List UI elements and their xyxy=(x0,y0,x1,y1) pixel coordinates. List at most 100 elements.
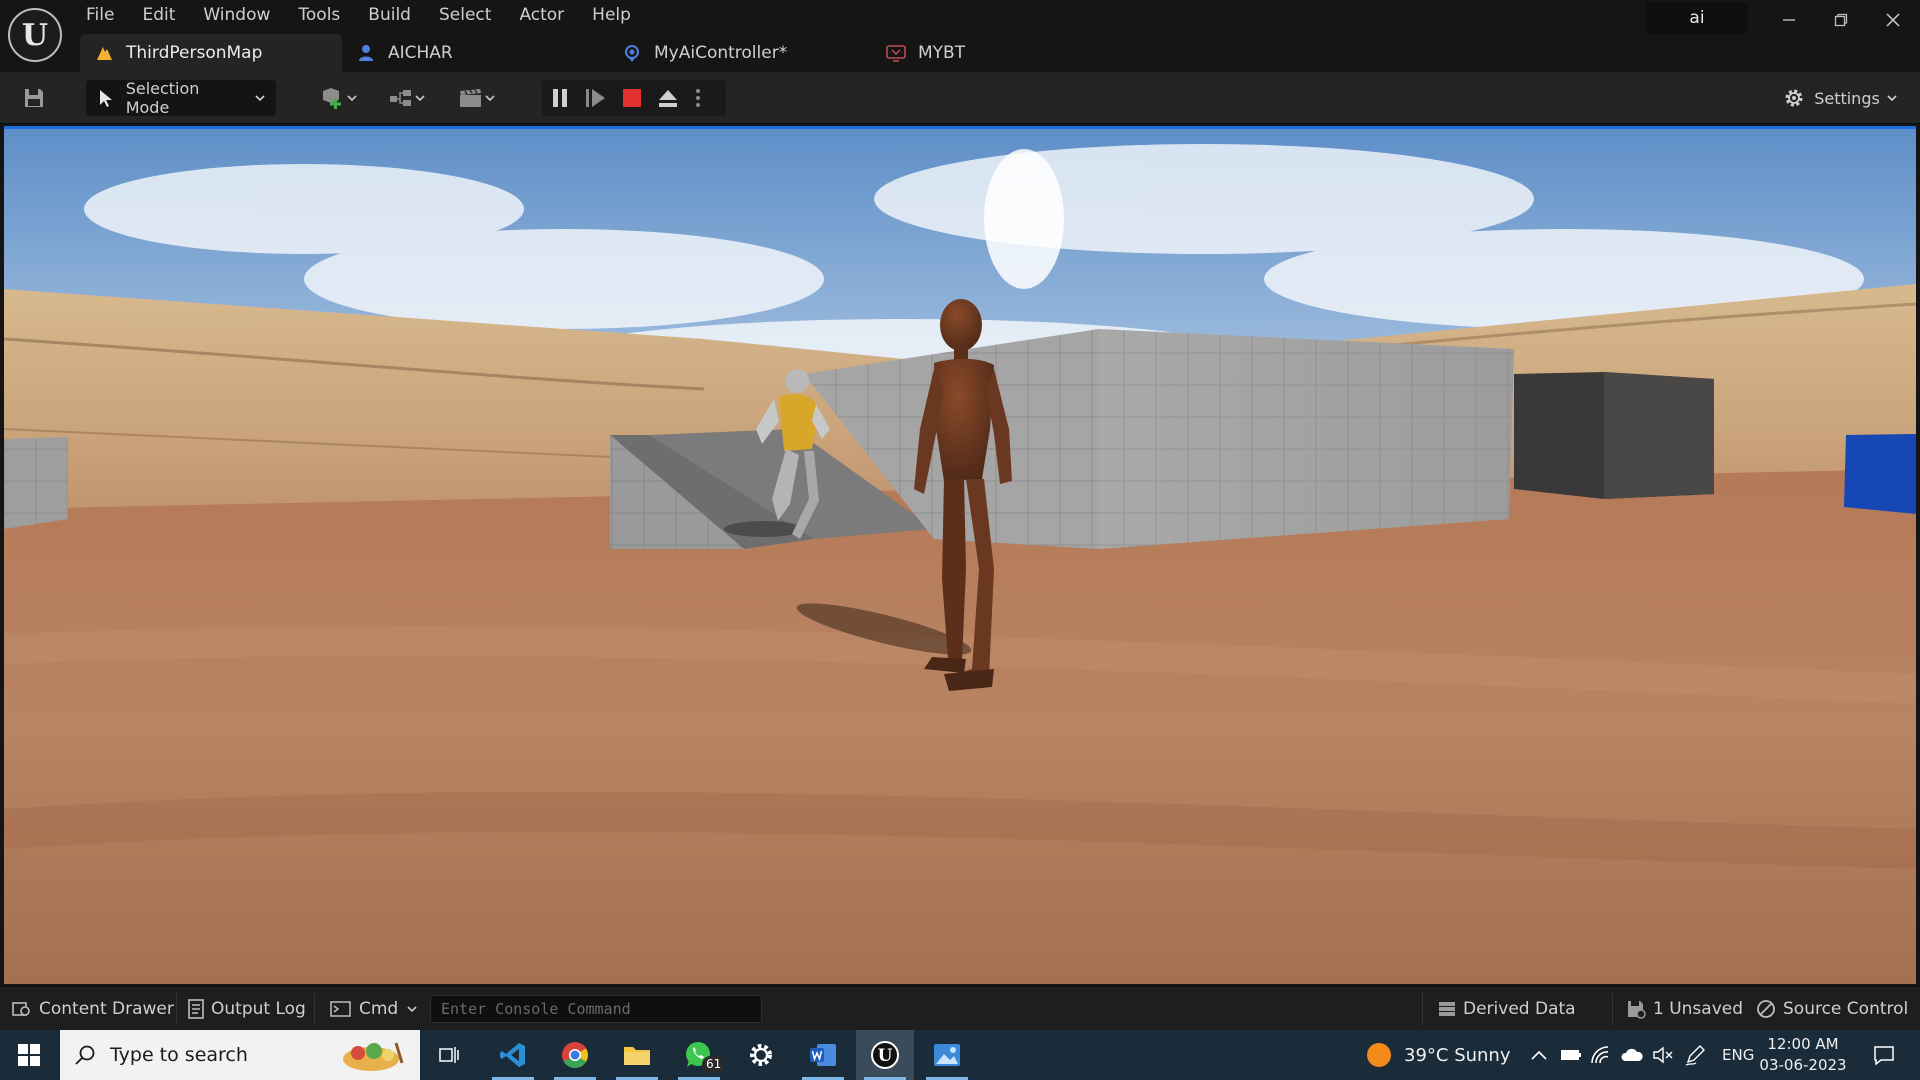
language-indicator[interactable]: ENG xyxy=(1722,1030,1754,1080)
close-icon xyxy=(1886,13,1900,27)
pen-menu[interactable] xyxy=(1684,1030,1706,1080)
tab-myaicontroller[interactable]: MyAiController* xyxy=(608,34,872,72)
stop-button[interactable] xyxy=(614,80,650,116)
notification-badge: 61 xyxy=(702,1056,726,1073)
divider xyxy=(1422,993,1423,1025)
status-bar: Content Drawer Output Log Cmd Derived Da… xyxy=(0,986,1920,1030)
photos-app[interactable] xyxy=(918,1030,976,1080)
source-control-disabled-icon xyxy=(1756,999,1776,1019)
clock-time: 12:00 AM xyxy=(1767,1035,1839,1053)
task-view-button[interactable] xyxy=(420,1030,478,1080)
wifi-icon xyxy=(1591,1046,1609,1064)
search-placeholder: Type to search xyxy=(110,1044,248,1066)
pen-icon xyxy=(1685,1045,1705,1066)
behavior-tree-icon xyxy=(886,43,906,63)
settings-label: Settings xyxy=(1814,88,1880,108)
terminal-icon xyxy=(330,1000,352,1018)
battery-icon xyxy=(1561,1050,1581,1060)
tab-mybt[interactable]: MYBT xyxy=(872,34,1022,72)
controller-icon xyxy=(622,43,642,63)
level-viewport[interactable] xyxy=(4,126,1916,984)
tab-aichar[interactable]: AICHAR xyxy=(342,34,608,72)
search-highlight-image xyxy=(343,1042,404,1071)
source-control-label: Source Control xyxy=(1783,999,1909,1019)
weather-widget[interactable]: 39°C Sunny xyxy=(1366,1030,1511,1080)
start-button[interactable] xyxy=(0,1030,58,1080)
settings-app[interactable] xyxy=(732,1030,790,1080)
chrome-icon xyxy=(562,1042,588,1069)
notification-icon xyxy=(1874,1046,1894,1066)
chevron-up-icon xyxy=(1531,1050,1547,1060)
tab-thirdpersonmap[interactable]: ThirdPersonMap xyxy=(80,34,342,72)
cmd-dropdown[interactable]: Cmd xyxy=(330,987,418,1031)
pause-button[interactable] xyxy=(542,80,578,116)
tab-label: MYBT xyxy=(918,43,966,63)
search-icon xyxy=(75,1045,95,1065)
word-app[interactable] xyxy=(794,1030,852,1080)
onedrive-status[interactable] xyxy=(1620,1030,1644,1080)
source-control-button[interactable]: Source Control xyxy=(1756,987,1908,1031)
advance-frame-button[interactable] xyxy=(578,80,614,116)
menu-tools[interactable]: Tools xyxy=(284,0,354,30)
vscode-app[interactable] xyxy=(484,1030,542,1080)
menu-build[interactable]: Build xyxy=(354,0,425,30)
chevron-down-icon xyxy=(255,95,265,102)
play-options-button[interactable] xyxy=(686,80,710,116)
menu-select[interactable]: Select xyxy=(425,0,505,30)
file-explorer-app[interactable] xyxy=(608,1030,666,1080)
content-drawer-label: Content Drawer xyxy=(39,999,174,1019)
battery-status[interactable] xyxy=(1560,1030,1582,1080)
folder-icon xyxy=(624,1047,650,1065)
add-actor-button[interactable] xyxy=(314,80,364,116)
derived-data-button[interactable]: Derived Data xyxy=(1438,987,1576,1031)
restore-button[interactable] xyxy=(1814,0,1868,40)
menu-window[interactable]: Window xyxy=(189,0,284,30)
network-status[interactable] xyxy=(1590,1030,1610,1080)
clock[interactable]: 12:00 AM 03-06-2023 xyxy=(1758,1034,1848,1076)
log-icon xyxy=(188,999,204,1019)
chevron-down-icon xyxy=(1887,95,1897,102)
restore-icon xyxy=(1834,13,1848,27)
pause-icon xyxy=(553,89,567,107)
unsaved-label: 1 Unsaved xyxy=(1653,999,1744,1019)
stop-icon xyxy=(623,89,641,107)
search-input[interactable]: ai xyxy=(1646,2,1748,34)
menu-edit[interactable]: Edit xyxy=(128,0,189,30)
blueprint-button[interactable] xyxy=(382,80,432,116)
unsaved-button[interactable]: 1 Unsaved xyxy=(1626,987,1743,1031)
selection-mode-dropdown[interactable]: Selection Mode xyxy=(86,79,276,117)
close-button[interactable] xyxy=(1866,0,1920,40)
chrome-app[interactable] xyxy=(546,1030,604,1080)
menu-help[interactable]: Help xyxy=(578,0,645,30)
notifications-button[interactable] xyxy=(1864,1030,1904,1080)
settings-button[interactable]: Settings xyxy=(1780,80,1900,116)
console-command-input[interactable] xyxy=(430,995,762,1023)
frame-step-icon xyxy=(586,89,605,107)
chevron-down-icon xyxy=(415,95,425,102)
show-hidden-icons-button[interactable] xyxy=(1530,1030,1548,1080)
minimize-button[interactable] xyxy=(1762,0,1816,40)
svg-text:U: U xyxy=(878,1046,893,1066)
eject-button[interactable] xyxy=(650,80,686,116)
taskbar-search[interactable]: Type to search xyxy=(60,1030,420,1080)
whatsapp-app[interactable]: 61 xyxy=(670,1030,728,1080)
unreal-engine-app[interactable]: U xyxy=(856,1030,914,1080)
gear-icon xyxy=(1785,89,1803,107)
divider xyxy=(176,993,177,1025)
weather-text: 39°C Sunny xyxy=(1404,1044,1511,1066)
main-toolbar: Selection Mode Settings xyxy=(0,72,1920,124)
character-icon xyxy=(356,43,376,63)
tab-label: MyAiController* xyxy=(654,43,788,63)
gear-icon xyxy=(750,1044,772,1066)
document-tabs: ThirdPersonMap AICHAR MyAiController* MY… xyxy=(80,34,1022,72)
content-drawer-button[interactable]: Content Drawer xyxy=(12,987,174,1031)
save-button[interactable] xyxy=(16,80,52,116)
output-log-button[interactable]: Output Log xyxy=(188,987,306,1031)
content-drawer-icon xyxy=(12,1000,32,1018)
cinematics-button[interactable] xyxy=(452,80,502,116)
volume-control[interactable] xyxy=(1652,1030,1674,1080)
chevron-down-icon xyxy=(347,95,357,102)
unreal-logo[interactable]: U xyxy=(8,8,62,62)
menu-file[interactable]: File xyxy=(72,0,128,30)
menu-actor[interactable]: Actor xyxy=(505,0,578,30)
